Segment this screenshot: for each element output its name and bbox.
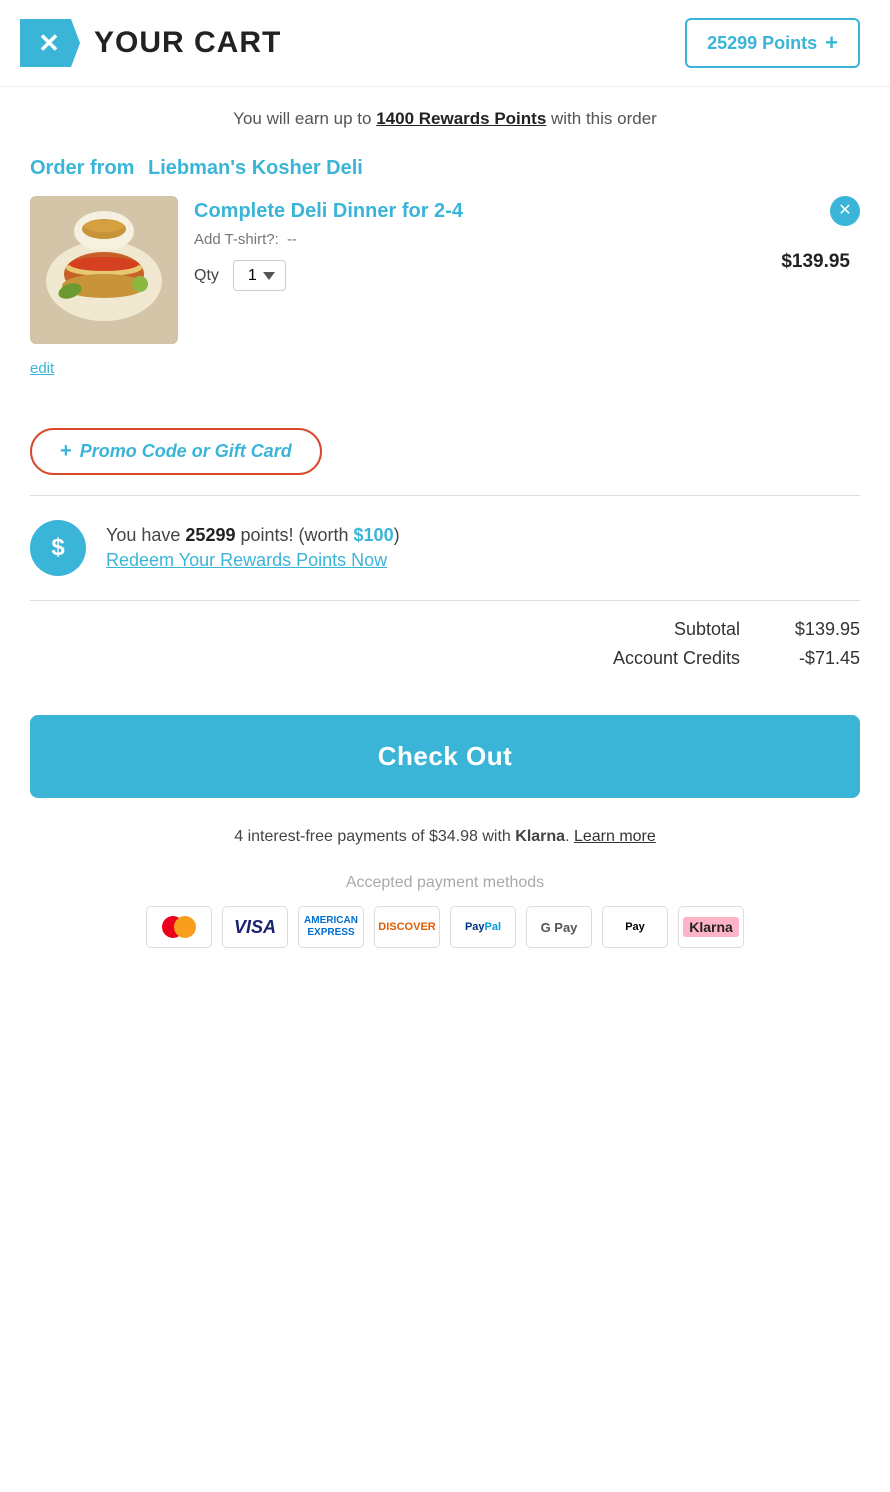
discover-icon: DISCOVER: [374, 906, 440, 948]
mastercard-icon: [146, 906, 212, 948]
subtotal-value: $139.95: [770, 619, 860, 640]
rewards-info: You have 25299 points! (worth $100) Rede…: [106, 525, 400, 571]
rewards-middle: points! (worth: [235, 525, 353, 545]
header-left: ✕ YOUR CART: [20, 19, 281, 67]
promo-label: Promo Code or Gift Card: [80, 441, 292, 462]
banner-points-text: 1400 Rewards Points: [376, 109, 546, 128]
credits-label: Account Credits: [613, 648, 740, 669]
logo-icon: ✕: [20, 19, 80, 67]
klarna-learn-more-link[interactable]: Learn more: [574, 828, 656, 845]
order-from-label: Order from: [30, 157, 134, 179]
food-illustration: [30, 196, 178, 344]
visa-icon: VISA: [222, 906, 288, 948]
subtotal-row: Subtotal $139.95: [30, 619, 860, 640]
discover-text: DISCOVER: [378, 921, 435, 933]
mc-logo: [162, 916, 196, 938]
item-name: Complete Deli Dinner for 2-4: [194, 200, 765, 223]
redeem-link[interactable]: Redeem Your Rewards Points Now: [106, 550, 400, 571]
cart-item: Complete Deli Dinner for 2-4 Add T-shirt…: [30, 196, 860, 354]
item-qty-row: Qty 1 2 3 4 5: [194, 260, 765, 291]
amex-icon: AMERICANEXPRESS: [298, 906, 364, 948]
item-addon: Add T-shirt?: --: [194, 231, 765, 248]
amex-text: AMERICANEXPRESS: [304, 915, 358, 939]
checkout-button[interactable]: Check Out: [30, 715, 860, 798]
gpay-text: G Pay: [541, 920, 578, 935]
applepay-icon: Pay: [602, 906, 668, 948]
visa-text: VISA: [234, 917, 276, 938]
order-section: Order from Liebman's Kosher Deli: [0, 139, 890, 388]
remove-item-button[interactable]: ✕: [830, 196, 860, 226]
credits-value: -$71.45: [770, 648, 860, 669]
credits-row: Account Credits -$71.45: [30, 648, 860, 669]
rewards-before: You have: [106, 525, 185, 545]
googlepay-icon: G Pay: [526, 906, 592, 948]
klarna-text: 4 interest-free payments of $34.98 with: [234, 828, 515, 845]
klarna-icon: Klarna: [678, 906, 744, 948]
rewards-points-value: 25299: [185, 525, 235, 545]
paypal-text: PayPal: [465, 921, 501, 933]
rewards-points-text: You have 25299 points! (worth $100): [106, 525, 400, 546]
edit-link[interactable]: edit: [30, 354, 860, 378]
payment-methods-section: Accepted payment methods VISA AMERICANEX…: [0, 856, 890, 978]
qty-label: Qty: [194, 267, 219, 285]
remove-icon: ✕: [838, 203, 851, 219]
item-details: Complete Deli Dinner for 2-4 Add T-shirt…: [194, 196, 765, 291]
addon-value: --: [287, 231, 297, 248]
payment-icons-row: VISA AMERICANEXPRESS DISCOVER PayPal G P…: [30, 906, 860, 948]
klarna-info: 4 interest-free payments of $34.98 with …: [0, 818, 890, 856]
banner-text-before: You will earn up to: [233, 109, 376, 128]
klarna-period: .: [565, 828, 574, 845]
rewards-dollar-icon: $: [30, 520, 86, 576]
klarna-badge-text: Klarna: [683, 917, 739, 937]
page-title: YOUR CART: [94, 26, 281, 60]
promo-plus-icon: +: [60, 440, 72, 463]
promo-section: + Promo Code or Gift Card: [0, 388, 890, 495]
points-button[interactable]: 25299 Points +: [685, 18, 860, 68]
promo-button[interactable]: + Promo Code or Gift Card: [30, 428, 322, 475]
rewards-worth-value: $100: [354, 525, 394, 545]
totals-section: Subtotal $139.95 Account Credits -$71.45: [0, 601, 890, 695]
dollar-sign: $: [51, 534, 64, 562]
rewards-earn-banner: You will earn up to 1400 Rewards Points …: [0, 87, 890, 139]
applepay-text: Pay: [625, 921, 645, 933]
cart-header: ✕ YOUR CART 25299 Points +: [0, 0, 890, 87]
qty-select[interactable]: 1 2 3 4 5: [233, 260, 286, 291]
restaurant-name: Liebman's Kosher Deli: [148, 157, 363, 179]
paypal-icon: PayPal: [450, 906, 516, 948]
rewards-after: ): [394, 525, 400, 545]
item-image: [30, 196, 178, 344]
mc-yellow-circle: [174, 916, 196, 938]
order-from-header: Order from Liebman's Kosher Deli: [30, 157, 860, 180]
rewards-redeem-section: $ You have 25299 points! (worth $100) Re…: [0, 496, 890, 600]
subtotal-label: Subtotal: [674, 619, 740, 640]
points-plus-icon: +: [825, 30, 838, 56]
payment-methods-label: Accepted payment methods: [30, 874, 860, 892]
addon-label: Add T-shirt?:: [194, 231, 279, 248]
klarna-brand: Klarna: [515, 828, 565, 845]
points-value: 25299 Points: [707, 33, 817, 54]
banner-text-after: with this order: [546, 109, 657, 128]
